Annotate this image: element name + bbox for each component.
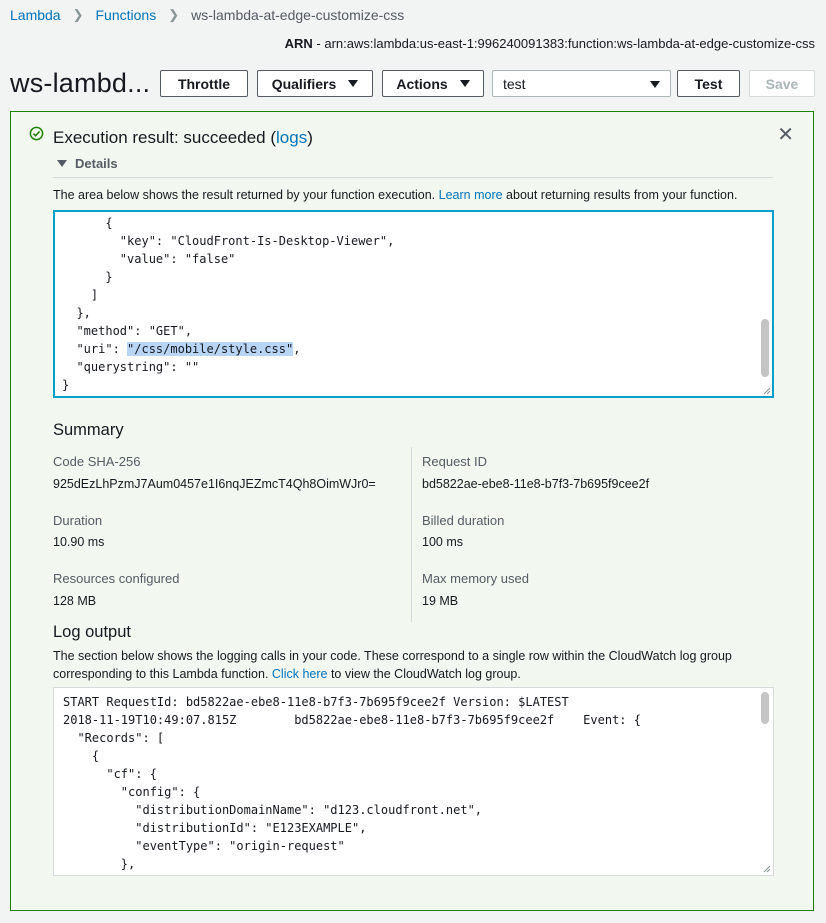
breadcrumb-functions[interactable]: Functions (96, 7, 157, 23)
breadcrumb: Lambda ❯ Functions ❯ ws-lambda-at-edge-c… (10, 7, 404, 23)
arn-line: ARN - arn:aws:lambda:us-east-1:996240091… (285, 36, 815, 51)
caret-down-icon (348, 80, 359, 87)
code-line: "value": "false" (62, 252, 236, 266)
scrollbar-thumb[interactable] (761, 319, 769, 377)
test-button[interactable]: Test (677, 70, 740, 97)
execution-result-panel: Execution result: succeeded (logs) ✕ Det… (10, 111, 814, 911)
learn-more-link[interactable]: Learn more (439, 188, 503, 202)
result-desc-suffix: about returning results from your functi… (502, 188, 738, 202)
resources-label: Resources configured (53, 571, 180, 586)
qualifiers-label: Qualifiers (271, 75, 337, 92)
actions-dropdown[interactable]: Actions (382, 70, 484, 97)
test-label: Test (694, 75, 723, 92)
breadcrumb-current: ws-lambda-at-edge-customize-css (191, 7, 405, 23)
code-line: "querystring": "" (62, 360, 200, 374)
arn-value: - arn:aws:lambda:us-east-1:996240091383:… (312, 36, 815, 51)
details-toggle[interactable]: Details (57, 156, 118, 171)
logs-link[interactable]: logs (276, 128, 307, 147)
log-line: }, (63, 857, 136, 871)
status-suffix: ) (307, 128, 313, 147)
close-icon[interactable]: ✕ (777, 125, 794, 145)
breadcrumb-lambda[interactable]: Lambda (10, 7, 61, 23)
code-line-uri-suffix: , (293, 342, 301, 356)
code-line: { (62, 216, 113, 230)
resources-value: 128 MB (53, 594, 97, 608)
caret-down-icon (459, 80, 470, 87)
details-label: Details (75, 156, 118, 171)
log-output-textarea[interactable]: START RequestId: bd5822ae-ebe8-11e8-b7f3… (53, 687, 774, 876)
log-line: "cf": { (63, 767, 157, 781)
divider (411, 447, 412, 622)
billed-duration-value: 100 ms (422, 535, 463, 549)
resize-grip-icon[interactable] (762, 864, 771, 873)
code-sha-label: Code SHA-256 (53, 454, 141, 469)
chevron-right-icon: ❯ (168, 7, 180, 22)
result-description: The area below shows the result returned… (53, 188, 737, 202)
code-sha-value: 925dEzLhPzmJ7Aum0457e1I6nqJEZmcT4Qh8OimW… (53, 477, 376, 491)
click-here-link[interactable]: Click here (272, 667, 328, 681)
triangle-down-icon (57, 160, 67, 167)
result-desc-prefix: The area below shows the result returned… (53, 188, 439, 202)
code-line-uri-prefix: "uri": (62, 342, 128, 356)
log-line: "distributionId": "E123EXAMPLE", (63, 821, 367, 835)
page-title: ws-lambd... (10, 68, 151, 98)
log-description: The section below shows the logging call… (53, 647, 773, 683)
log-line: "distributionDomainName": "d123.cloudfro… (63, 803, 483, 817)
code-line: } (62, 270, 113, 284)
billed-duration-label: Billed duration (422, 513, 505, 528)
max-memory-label: Max memory used (422, 571, 529, 586)
log-line: "eventType": "origin-request" (63, 839, 345, 853)
log-line: "Records": [ (63, 731, 165, 745)
request-id-value: bd5822ae-ebe8-11e8-b7f3-7b695f9cee2f (422, 477, 650, 491)
code-line: "key": "CloudFront-Is-Desktop-Viewer", (62, 234, 395, 248)
code-line: }, (62, 306, 91, 320)
log-line: "config": { (63, 785, 201, 799)
result-output-textarea[interactable]: { "key": "CloudFront-Is-Desktop-Viewer",… (53, 210, 774, 398)
save-label: Save (765, 75, 799, 92)
log-line: { (63, 749, 100, 763)
max-memory-value: 19 MB (422, 594, 459, 608)
resize-grip-icon[interactable] (762, 386, 771, 395)
arn-label: ARN (284, 36, 313, 51)
log-line: START RequestId: bd5822ae-ebe8-11e8-b7f3… (63, 695, 569, 709)
code-line: } (62, 378, 70, 392)
log-output-heading: Log output (53, 623, 131, 641)
result-code: { "key": "CloudFront-Is-Desktop-Viewer",… (62, 214, 394, 394)
caret-down-icon (650, 81, 660, 88)
code-line: ] (62, 288, 99, 302)
request-id-label: Request ID (422, 454, 488, 469)
code-line: "method": "GET", (62, 324, 193, 338)
throttle-button[interactable]: Throttle (160, 70, 248, 97)
test-event-select[interactable]: test (492, 70, 671, 97)
duration-value: 10.90 ms (53, 535, 105, 549)
throttle-label: Throttle (177, 75, 231, 92)
save-button[interactable]: Save (749, 70, 815, 97)
duration-label: Duration (53, 513, 103, 528)
scrollbar-thumb[interactable] (761, 692, 769, 724)
divider (53, 177, 773, 178)
summary-heading: Summary (53, 421, 124, 439)
test-event-value: test (503, 75, 526, 92)
qualifiers-dropdown[interactable]: Qualifiers (257, 70, 373, 97)
status-text: Execution result: succeeded ( (53, 128, 277, 147)
success-check-icon (29, 126, 44, 141)
log-code: START RequestId: bd5822ae-ebe8-11e8-b7f3… (63, 693, 641, 873)
log-line: 2018-11-19T10:49:07.815Z bd5822ae-ebe8-1… (63, 713, 641, 727)
chevron-right-icon: ❯ (72, 7, 84, 22)
log-desc-suffix: to view the CloudWatch log group. (327, 667, 521, 681)
execution-result-title: Execution result: succeeded (logs) (53, 128, 313, 148)
actions-label: Actions (396, 75, 448, 92)
selected-uri-text: "/css/mobile/style.css" (127, 342, 294, 356)
